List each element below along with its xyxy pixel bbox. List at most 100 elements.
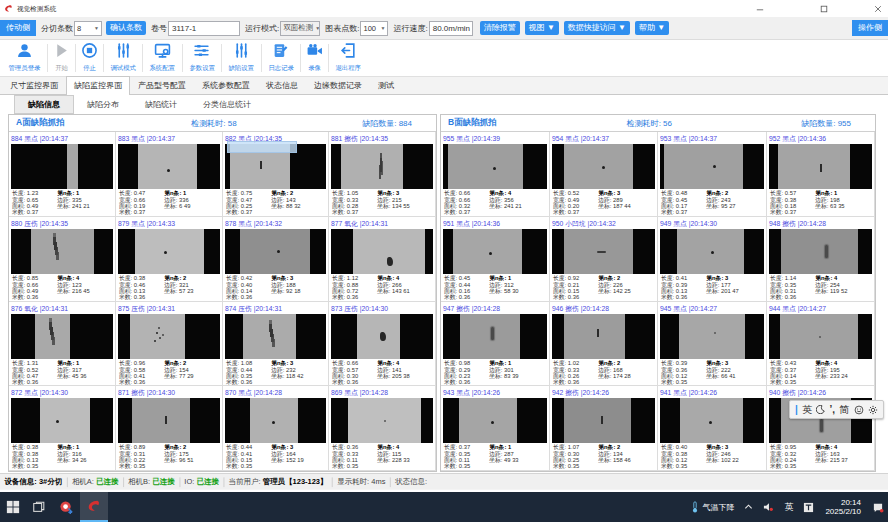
- moon-icon[interactable]: [816, 405, 825, 414]
- defect-cell-951[interactable]: 951 黑点 |20:14:36长度: 0.45宽度: 0.44面积: 0.16…: [441, 217, 550, 302]
- defect-cell-946[interactable]: 946 擦伤 |20:14:28长度: 1.02宽度: 0.33面积: 0.26…: [550, 302, 659, 387]
- defect-image[interactable]: [11, 229, 113, 274]
- taskbar-app-inspection[interactable]: [80, 492, 108, 522]
- defect-image[interactable]: [552, 144, 656, 189]
- view-menu-button[interactable]: 视图 ▼: [525, 21, 559, 35]
- defect-cell-871[interactable]: 871 擦伤 |20:14:30长度: 0.89宽度: 0.31面积: 0.22…: [116, 386, 223, 471]
- tab-5[interactable]: 边缘数据记录: [306, 76, 370, 94]
- emoji-icon[interactable]: [854, 405, 864, 415]
- tab-2[interactable]: 产品型号配置: [130, 76, 194, 94]
- subtab-2[interactable]: 缺陷统计: [132, 96, 190, 113]
- ribbon-button-play[interactable]: 开始: [50, 41, 73, 75]
- defect-image[interactable]: [11, 314, 113, 359]
- defect-image[interactable]: [118, 398, 220, 443]
- ribbon-button-tune[interactable]: 调试模式: [106, 41, 140, 75]
- ribbon-button-sliders-v[interactable]: 缺陷设置: [224, 41, 258, 75]
- defect-cell-947[interactable]: 947 擦伤 |20:14:28长度: 0.98宽度: 0.29面积: 0.23…: [441, 302, 550, 387]
- roll-number-input[interactable]: 3117-1: [168, 21, 240, 36]
- defect-image[interactable]: [443, 314, 547, 359]
- ribbon-button-journal[interactable]: 日志记录: [264, 41, 298, 75]
- task-view-button[interactable]: [26, 492, 52, 522]
- defect-cell-879[interactable]: 879 黑点 |20:14:33长度: 0.38宽度: 0.46面积: 0.13…: [116, 217, 223, 302]
- defect-image[interactable]: [552, 229, 656, 274]
- defect-image[interactable]: [660, 229, 764, 274]
- defect-cell-873[interactable]: 873 压伤 |20:14:30长度: 0.66宽度: 0.57面积: 0.30…: [329, 302, 436, 387]
- defect-image[interactable]: [331, 144, 433, 189]
- defect-cell-872[interactable]: 872 黑点 |20:14:30长度: 0.38宽度: 0.38面积: 0.13…: [9, 386, 116, 471]
- input-language-indicator[interactable]: 英: [784, 501, 793, 514]
- subtab-1[interactable]: 缺陷分布: [74, 96, 132, 113]
- defect-cell-952[interactable]: 952 黑点 |20:14:36长度: 0.57宽度: 0.38面积: 0.18…: [767, 132, 876, 217]
- defect-image[interactable]: [660, 398, 764, 443]
- ribbon-button-camera[interactable]: 录像: [303, 41, 326, 75]
- ime-lang-toggle[interactable]: 英: [802, 403, 812, 417]
- clock-tray-item[interactable]: 20:142025/2/10: [825, 498, 861, 516]
- defect-image[interactable]: [331, 229, 433, 274]
- defect-cell-943[interactable]: 943 黑点 |20:14:26长度: 0.37宽度: 0.35面积: 0.11…: [441, 386, 550, 471]
- defect-image[interactable]: [769, 314, 873, 359]
- defect-cell-880[interactable]: 880 压伤 |20:14:35长度: 0.85宽度: 0.66面积: 0.49…: [9, 217, 116, 302]
- defect-cell-955[interactable]: 955 黑点 |20:14:39长度: 0.66宽度: 0.66面积: 0.32…: [441, 132, 550, 217]
- tab-1[interactable]: 缺陷监控界面: [66, 76, 130, 95]
- defect-image[interactable]: [225, 398, 327, 443]
- defect-image[interactable]: [11, 144, 113, 189]
- ime-toolbar[interactable]: | 英 ’, 简: [789, 400, 884, 419]
- defect-cell-874[interactable]: 874 压伤 |20:14:31长度: 1.08宽度: 0.44面积: 0.35…: [223, 302, 330, 387]
- ime-mode-icon[interactable]: [803, 502, 814, 513]
- defect-image[interactable]: [443, 144, 547, 189]
- defect-image[interactable]: [331, 398, 433, 443]
- ribbon-button-user[interactable]: 管理员登录: [4, 41, 45, 75]
- defect-image[interactable]: [552, 314, 656, 359]
- subtab-0[interactable]: 缺陷信息: [14, 95, 74, 114]
- ribbon-button-stop[interactable]: 停止: [78, 41, 101, 75]
- slit-count-select[interactable]: 8▼: [74, 21, 102, 36]
- defect-image[interactable]: [118, 144, 220, 189]
- data-quick-access-button[interactable]: 数据快捷访问 ▼: [564, 21, 630, 35]
- defect-image[interactable]: [552, 398, 656, 443]
- confirm-count-button[interactable]: 确认条数: [106, 21, 146, 35]
- maximize-button[interactable]: [818, 3, 830, 14]
- defect-cell-950[interactable]: 950 小凹坑 |20:14:32长度: 0.92宽度: 0.21面积: 0.1…: [550, 217, 659, 302]
- tab-6[interactable]: 测试: [370, 76, 402, 94]
- notification-center-icon[interactable]: [872, 502, 884, 513]
- defect-cell-944[interactable]: 944 黑点 |20:14:27长度: 0.43宽度: 0.37面积: 0.14…: [767, 302, 876, 387]
- defect-cell-948[interactable]: 948 擦伤 |20:14:28长度: 1.14宽度: 0.35面积: 0.31…: [767, 217, 876, 302]
- defect-cell-954[interactable]: 954 黑点 |20:14:37长度: 0.52宽度: 0.49面积: 0.20…: [550, 132, 659, 217]
- defect-cell-942[interactable]: 942 擦伤 |20:14:26长度: 1.07宽度: 0.30面积: 0.25…: [550, 386, 659, 471]
- defect-cell-875[interactable]: 875 压伤 |20:14:31长度: 0.96宽度: 0.58面积: 0.41…: [116, 302, 223, 387]
- defect-cell-953[interactable]: 953 黑点 |20:14:37长度: 0.48宽度: 0.45面积: 0.17…: [658, 132, 767, 217]
- tab-4[interactable]: 状态信息: [258, 76, 306, 94]
- volume-icon[interactable]: [763, 502, 774, 512]
- defect-image[interactable]: [225, 229, 327, 274]
- defect-image[interactable]: [11, 398, 113, 443]
- clear-alarm-button[interactable]: 清除报警: [480, 21, 520, 35]
- run-mode-select[interactable]: 双面检测▼: [280, 21, 320, 36]
- defect-cell-883[interactable]: 883 黑点 |20:14:37长度: 0.47宽度: 0.66面积: 0.19…: [116, 132, 223, 217]
- ribbon-button-sliders-h[interactable]: 参数设置: [185, 41, 219, 75]
- defect-cell-869[interactable]: 869 黑点 |20:14:28长度: 0.36宽度: 0.33面积: 0.11…: [329, 386, 436, 471]
- defect-image[interactable]: [769, 144, 873, 189]
- defect-cell-870[interactable]: 870 黑点 |20:14:28长度: 0.44宽度: 0.41面积: 0.15…: [223, 386, 330, 471]
- defect-image[interactable]: [443, 398, 547, 443]
- operator-side-button[interactable]: 操作侧: [852, 20, 888, 36]
- defect-image[interactable]: [225, 314, 327, 359]
- ime-punct-toggle[interactable]: ’,: [830, 404, 836, 415]
- ribbon-button-monitor[interactable]: 系统配置: [145, 41, 179, 75]
- close-button[interactable]: [872, 3, 884, 14]
- help-menu-button[interactable]: 帮助 ▼: [635, 21, 669, 35]
- tray-expand-chevron[interactable]: [744, 503, 753, 511]
- defect-cell-945[interactable]: 945 黑点 |20:14:27长度: 0.39宽度: 0.36面积: 0.12…: [658, 302, 767, 387]
- tab-0[interactable]: 尺寸监控界面: [2, 76, 66, 94]
- defect-image[interactable]: [118, 229, 220, 274]
- defect-image[interactable]: [443, 229, 547, 274]
- defect-cell-876[interactable]: 876 氧化 |20:14:31长度: 1.31宽度: 0.52面积: 0.47…: [9, 302, 116, 387]
- weather-tray-item[interactable]: 气温下降: [691, 501, 734, 513]
- subtab-3[interactable]: 分类信息统计: [190, 96, 264, 113]
- ime-simplified-toggle[interactable]: 简: [839, 403, 849, 417]
- taskbar-app-paint[interactable]: [52, 492, 80, 522]
- ribbon-button-exit[interactable]: 退出程序: [331, 41, 365, 75]
- defect-image[interactable]: [769, 229, 873, 274]
- defect-cell-884[interactable]: 884 黑点 |20:14:37长度: 1.23宽度: 0.65面积: 0.49…: [9, 132, 116, 217]
- tab-3[interactable]: 系统参数配置: [194, 76, 258, 94]
- minimize-button[interactable]: [754, 3, 766, 14]
